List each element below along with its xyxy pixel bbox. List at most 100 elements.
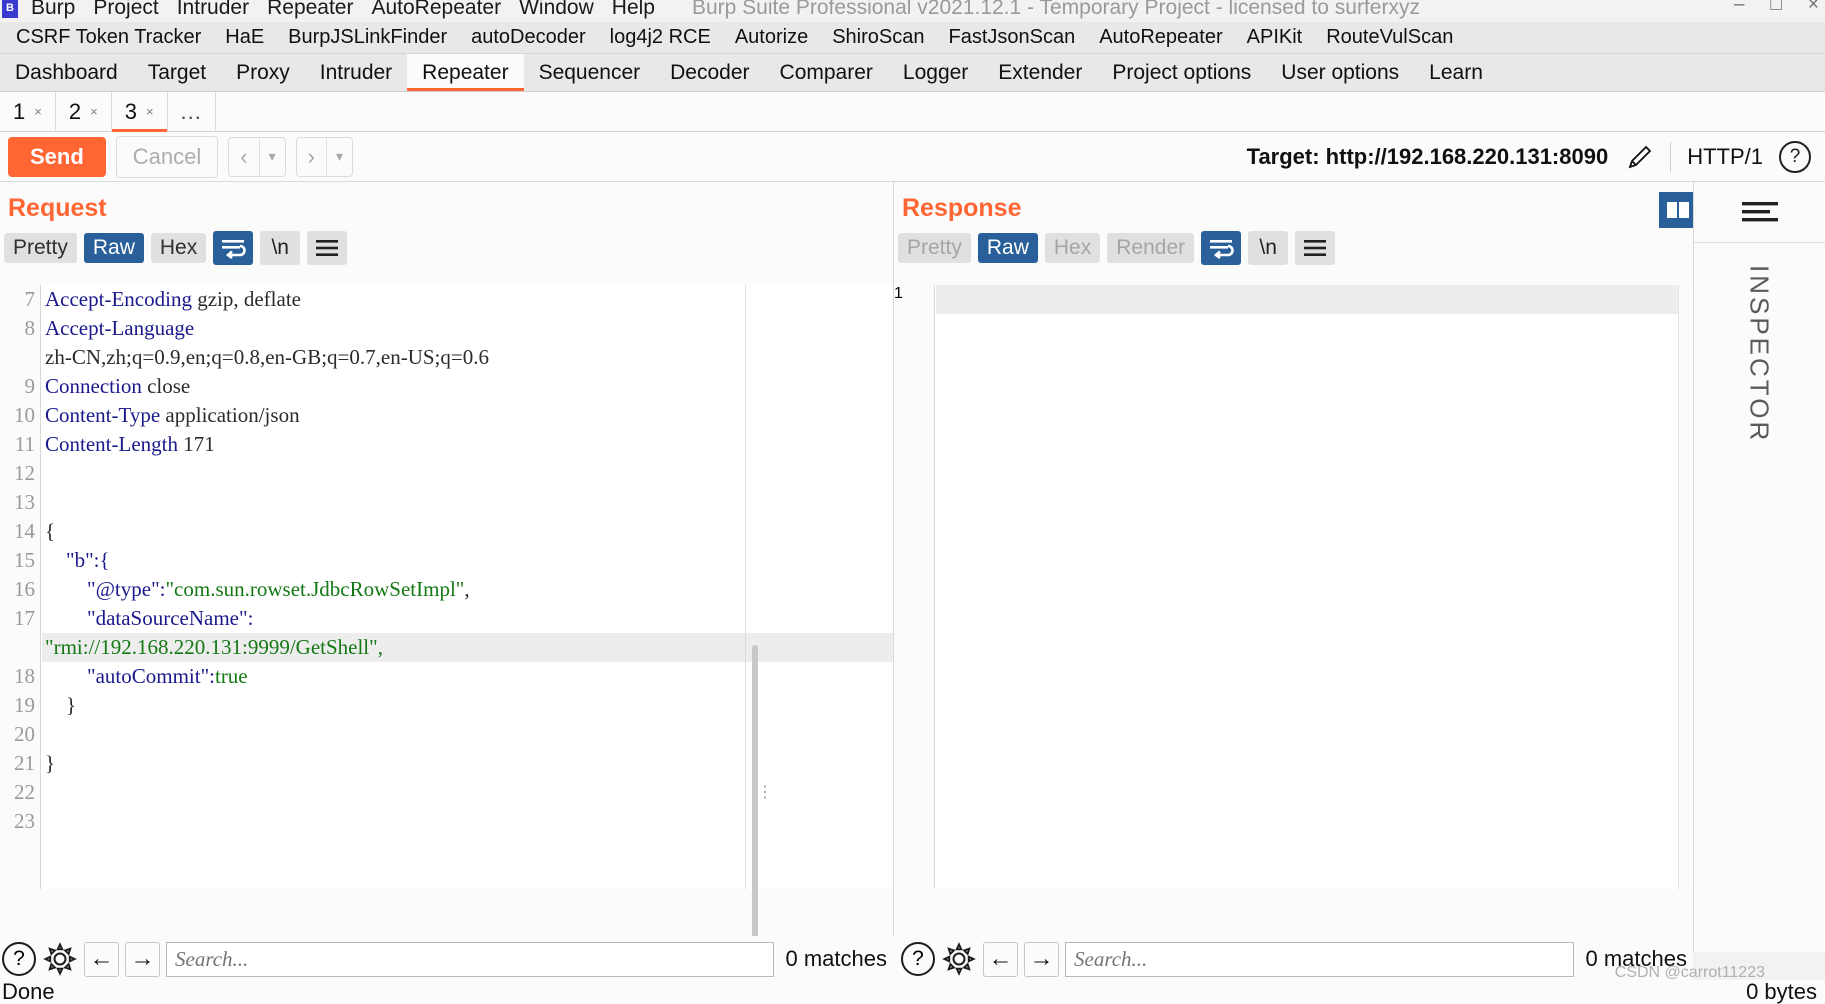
header-value: 171: [177, 432, 215, 456]
request-newline-icon[interactable]: \n: [260, 231, 301, 265]
ext-tab-routevulscan[interactable]: RouteVulScan: [1314, 26, 1465, 49]
repeater-tab-3[interactable]: 3 ×: [111, 92, 168, 132]
header-name: Accept-Language: [45, 316, 195, 340]
ext-tab-fastjsonscan[interactable]: FastJsonScan: [936, 26, 1087, 49]
back-dropdown-caret-icon[interactable]: ▾: [258, 137, 285, 176]
repeater-tab-2[interactable]: 2 ×: [55, 92, 112, 131]
request-splitter-handle[interactable]: ⋮: [757, 785, 773, 801]
menu-item-burp[interactable]: Burp: [22, 0, 84, 22]
side-by-side-view-icon[interactable]: [1659, 192, 1697, 228]
tab-repeater[interactable]: Repeater: [407, 54, 524, 91]
code-line: "dataSourceName":: [42, 604, 893, 633]
code-line: zh-CN,zh;q=0.9,en;q=0.8,en-GB;q=0.7,en-U…: [42, 343, 893, 372]
menu-item-window[interactable]: Window: [510, 0, 603, 22]
request-scrollbar-thumb[interactable]: [752, 645, 758, 975]
request-editor-divider: [745, 285, 746, 889]
request-settings-gear-icon[interactable]: [42, 941, 78, 977]
response-subtab-pretty[interactable]: Pretty: [898, 233, 971, 263]
http-version-label: HTTP/1: [1687, 143, 1763, 169]
header-value: gzip, deflate: [191, 287, 301, 311]
tab-decoder[interactable]: Decoder: [655, 54, 764, 91]
json-line: "b":{: [45, 548, 110, 572]
request-subtab-raw[interactable]: Raw: [83, 233, 144, 263]
response-panel-title: Response: [902, 194, 1022, 222]
tab-comparer[interactable]: Comparer: [765, 54, 888, 91]
ext-tab-log4j2-rce[interactable]: log4j2 RCE: [598, 26, 723, 49]
request-search-input[interactable]: [166, 941, 774, 977]
ext-tab-autodecoder[interactable]: autoDecoder: [459, 26, 598, 49]
menu-item-repeater[interactable]: Repeater: [258, 0, 362, 22]
request-editor[interactable]: 7 8 9 10 11 12 13 14 15 16 17 18 19 20 2…: [0, 285, 893, 1004]
tab-target[interactable]: Target: [133, 54, 221, 91]
header-value-wrapped: zh-CN,zh;q=0.9,en;q=0.8,en-GB;q=0.7,en-U…: [45, 345, 489, 369]
request-subtab-hex[interactable]: Hex: [150, 233, 207, 263]
response-current-line: [936, 285, 1685, 314]
request-help-icon[interactable]: ?: [2, 942, 36, 976]
header-value: close: [141, 374, 191, 398]
help-icon[interactable]: ?: [1779, 140, 1811, 173]
tab-learn[interactable]: Learn: [1414, 54, 1498, 91]
tab-proxy[interactable]: Proxy: [221, 54, 305, 91]
ext-tab-shiroscan[interactable]: ShiroScan: [820, 26, 936, 49]
ext-tab-hae[interactable]: HaE: [213, 26, 276, 49]
cancel-button[interactable]: Cancel: [115, 135, 219, 178]
response-search-next-button[interactable]: →: [1024, 941, 1059, 977]
request-subtab-pretty[interactable]: Pretty: [4, 233, 77, 263]
menu-item-autorepeater[interactable]: AutoRepeater: [362, 0, 510, 22]
line-number: [0, 343, 40, 372]
forward-dropdown-caret-icon[interactable]: ▾: [325, 137, 352, 176]
ext-tab-autorepeater[interactable]: AutoRepeater: [1087, 26, 1234, 49]
tab-project-options[interactable]: Project options: [1097, 54, 1266, 91]
request-newline-label: \n: [271, 236, 289, 259]
minimize-button[interactable]: –: [1734, 0, 1745, 16]
ext-tab-burpjslinkfinder[interactable]: BurpJSLinkFinder: [276, 26, 459, 49]
menu-item-help[interactable]: Help: [603, 0, 664, 22]
menu-item-intruder[interactable]: Intruder: [168, 0, 258, 22]
repeater-tab-2-close-icon[interactable]: ×: [90, 104, 98, 119]
response-hamburger-icon[interactable]: [1295, 231, 1336, 265]
response-editor[interactable]: 1: [894, 285, 1693, 889]
ext-tab-csrf-token-tracker[interactable]: CSRF Token Tracker: [4, 26, 213, 49]
tab-extender[interactable]: Extender: [983, 54, 1097, 91]
response-scrollbar[interactable]: [1678, 285, 1692, 889]
repeater-tab-1-close-icon[interactable]: ×: [34, 104, 42, 119]
pencil-icon[interactable]: [1626, 143, 1654, 171]
response-search-input[interactable]: [1065, 941, 1574, 977]
tab-dashboard[interactable]: Dashboard: [0, 54, 133, 91]
response-newline-icon[interactable]: \n: [1248, 231, 1289, 265]
forward-button[interactable]: ›: [297, 138, 326, 176]
line-number: 12: [14, 461, 35, 485]
send-button[interactable]: Send: [8, 136, 106, 177]
response-help-icon[interactable]: ?: [901, 942, 935, 976]
maximize-button[interactable]: □: [1770, 0, 1781, 16]
tab-intruder[interactable]: Intruder: [305, 54, 407, 91]
tab-logger[interactable]: Logger: [888, 54, 983, 91]
line-number: 11: [14, 432, 35, 456]
request-search-next-button[interactable]: →: [125, 941, 160, 977]
request-search-prev-button[interactable]: ←: [84, 941, 119, 977]
ext-tab-autorize[interactable]: Autorize: [723, 26, 820, 49]
request-hamburger-icon[interactable]: [307, 231, 348, 265]
menu-item-project[interactable]: Project: [84, 0, 167, 22]
response-subtab-raw[interactable]: Raw: [977, 233, 1038, 263]
response-search-prev-button[interactable]: ←: [983, 941, 1018, 977]
response-settings-gear-icon[interactable]: [941, 941, 977, 977]
inspector-collapse-icon[interactable]: [1694, 182, 1825, 243]
repeater-tab-new[interactable]: ...: [167, 92, 216, 131]
response-subtab-render[interactable]: Render: [1107, 233, 1195, 263]
response-subtab-hex[interactable]: Hex: [1044, 233, 1101, 263]
tab-sequencer[interactable]: Sequencer: [524, 54, 656, 91]
repeater-tab-3-close-icon[interactable]: ×: [146, 104, 154, 119]
ext-tab-apikit[interactable]: APIKit: [1235, 26, 1315, 49]
tab-user-options[interactable]: User options: [1266, 54, 1414, 91]
request-word-wrap-icon[interactable]: [213, 231, 254, 265]
back-button-group: ‹ ▾: [228, 136, 286, 177]
inspector-rail[interactable]: INSPECTOR: [1693, 182, 1825, 952]
target-area: Target: http://192.168.220.131:8090 HTTP…: [1247, 140, 1817, 173]
back-button[interactable]: ‹: [229, 138, 258, 176]
repeater-tab-1[interactable]: 1 ×: [0, 92, 56, 131]
response-word-wrap-icon[interactable]: [1201, 231, 1242, 265]
close-button[interactable]: ×: [1808, 0, 1819, 16]
